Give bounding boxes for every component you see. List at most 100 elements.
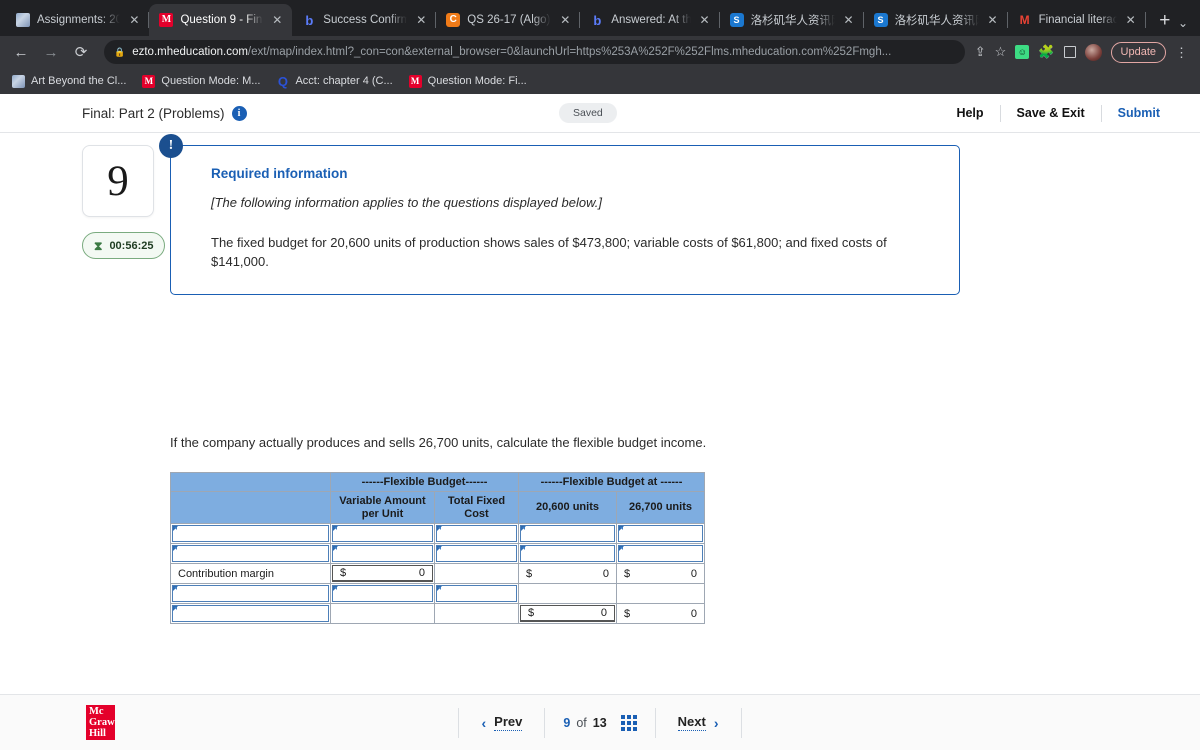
logo-line-1: Mc [89, 705, 104, 717]
browser-tab-6[interactable]: S 洛杉矶华人资讯网 ✕ [864, 4, 1008, 36]
text-input[interactable] [436, 525, 517, 542]
close-icon[interactable]: ✕ [127, 13, 141, 27]
amount-readout: $ 0 [617, 605, 704, 622]
amount-value: 0 [690, 607, 697, 620]
forward-icon[interactable]: → [38, 39, 64, 65]
row0-variable-amount-cell[interactable] [330, 523, 435, 544]
column-header-26700-units: 26,700 units [616, 491, 705, 524]
address-bar[interactable]: 🔒 ezto.mheducation.com/ext/map/index.htm… [104, 40, 965, 64]
text-input[interactable] [172, 525, 329, 542]
url-path: /ext/map/index.html?_con=con&external_br… [247, 46, 892, 58]
bookmark-0[interactable]: Art Beyond the Cl... [12, 74, 126, 88]
currency-symbol: $ [526, 567, 533, 580]
text-input[interactable] [332, 545, 433, 562]
gmail-favicon: M [1019, 13, 1030, 27]
text-input[interactable] [618, 545, 703, 562]
bookmark-1[interactable]: M Question Mode: M... [142, 74, 260, 88]
browser-tab-7[interactable]: M Financial literacy ✕ [1008, 4, 1146, 36]
browser-tab-0[interactable]: Assignments: 202 ✕ [6, 4, 150, 36]
row0-total-fixed-cost-cell[interactable] [434, 523, 519, 544]
table-row [170, 543, 705, 564]
help-button[interactable]: Help [940, 106, 999, 120]
toolbar-icons: ⇪ ☆ ☺ 🧩 Update ⋮ [975, 41, 1192, 63]
quizlet-favicon: Q [277, 73, 288, 89]
timer: ⧗ 00:56:25 [82, 232, 166, 259]
text-input[interactable] [436, 545, 517, 562]
row2-label-cell: Contribution margin [170, 563, 331, 584]
row3-20600-units-cell [518, 583, 617, 604]
browser-menu-icon[interactable]: ⋮ [1175, 46, 1188, 59]
reload-icon[interactable]: ⟳ [68, 39, 94, 65]
row0-26700-units-cell[interactable] [616, 523, 705, 544]
bookmark-2[interactable]: Q Acct: chapter 4 (C... [276, 73, 393, 89]
text-input[interactable] [436, 585, 517, 602]
divider [740, 707, 742, 738]
text-input[interactable] [332, 525, 433, 542]
group-header-blank [170, 472, 331, 492]
text-input[interactable] [172, 585, 329, 602]
chevron-left-icon: ‹ [481, 714, 487, 731]
prev-button[interactable]: ‹ Prev [459, 714, 544, 731]
update-button[interactable]: Update [1110, 41, 1166, 63]
submit-button[interactable]: Submit [1102, 106, 1176, 120]
currency-symbol: $ [624, 567, 631, 580]
row1-26700-units-cell[interactable] [616, 543, 705, 564]
close-icon[interactable]: ✕ [1124, 13, 1138, 27]
save-and-exit-button[interactable]: Save & Exit [1001, 106, 1101, 120]
bookmark-star-icon[interactable]: ☆ [995, 44, 1007, 60]
header-actions: Help Save & Exit Submit [940, 104, 1176, 122]
browser-tab-4[interactable]: b Answered: At the ✕ [580, 4, 720, 36]
info-icon[interactable]: i [231, 105, 247, 121]
close-icon[interactable]: ✕ [414, 13, 428, 27]
row1-total-fixed-cost-cell[interactable] [434, 543, 519, 564]
text-input[interactable] [172, 605, 329, 622]
required-information-title: Required information [211, 166, 348, 181]
close-icon[interactable]: ✕ [270, 13, 284, 27]
amount-value: 0 [600, 607, 607, 619]
text-input[interactable] [520, 525, 615, 542]
footer-bar: Mc Graw Hill ‹ Prev 9 of 13 Next › [0, 694, 1200, 750]
grid-icon[interactable] [620, 714, 637, 731]
row1-label-cell[interactable] [170, 543, 331, 564]
close-icon[interactable]: ✕ [986, 13, 1000, 27]
text-input[interactable] [520, 545, 615, 562]
close-icon[interactable]: ✕ [698, 13, 712, 27]
chinese-site-favicon: S [729, 13, 744, 27]
header-line-2: Cost [464, 507, 489, 520]
url-text: ezto.mheducation.com/ext/map/index.html?… [132, 46, 891, 58]
extension-green-icon[interactable]: ☺ [1015, 45, 1030, 59]
extensions-puzzle-icon[interactable]: 🧩 [1038, 44, 1054, 60]
close-icon[interactable]: ✕ [558, 13, 572, 27]
chevron-down-icon[interactable]: ⌄ [1178, 16, 1188, 30]
side-panel-icon[interactable] [1063, 46, 1076, 58]
row3-variable-amount-cell[interactable] [330, 583, 435, 604]
row1-variable-amount-cell[interactable] [330, 543, 435, 564]
question-content: 9 ⧗ 00:56:25 ! Required information [The… [0, 133, 1200, 693]
next-button[interactable]: Next › [656, 714, 741, 731]
close-icon[interactable]: ✕ [842, 13, 856, 27]
text-input[interactable] [172, 545, 329, 562]
new-tab-button[interactable]: + [1152, 6, 1178, 34]
text-input[interactable] [332, 585, 433, 602]
back-icon[interactable]: ← [8, 39, 34, 65]
row4-label-cell[interactable] [170, 603, 331, 624]
row0-20600-units-cell[interactable] [518, 523, 617, 544]
required-information-body: The fixed budget for 20,600 units of pro… [211, 235, 887, 269]
browser-tab-1[interactable]: M Question 9 - Final ✕ [149, 4, 293, 36]
text-input[interactable] [618, 525, 703, 542]
browser-tab-3[interactable]: C QS 26-17 (Algo) N ✕ [436, 4, 581, 36]
current-page: 9 [563, 715, 571, 730]
share-icon[interactable]: ⇪ [975, 44, 986, 60]
bookmark-3[interactable]: M Question Mode: Fi... [408, 74, 527, 88]
row3-label-cell[interactable] [170, 583, 331, 604]
hourglass-icon: ⧗ [94, 238, 103, 253]
row1-20600-units-cell[interactable] [518, 543, 617, 564]
browser-tab-2[interactable]: b Success Confirma ✕ [292, 4, 437, 36]
row0-label-cell[interactable] [170, 523, 331, 544]
column-header-blank [170, 491, 331, 524]
row3-total-fixed-cost-cell[interactable] [434, 583, 519, 604]
prev-label: Prev [494, 714, 523, 731]
avatar[interactable] [1084, 43, 1102, 61]
browser-tab-5[interactable]: S 洛杉矶华人资讯网 ✕ [720, 4, 864, 36]
bartleby-favicon: b [593, 13, 602, 27]
